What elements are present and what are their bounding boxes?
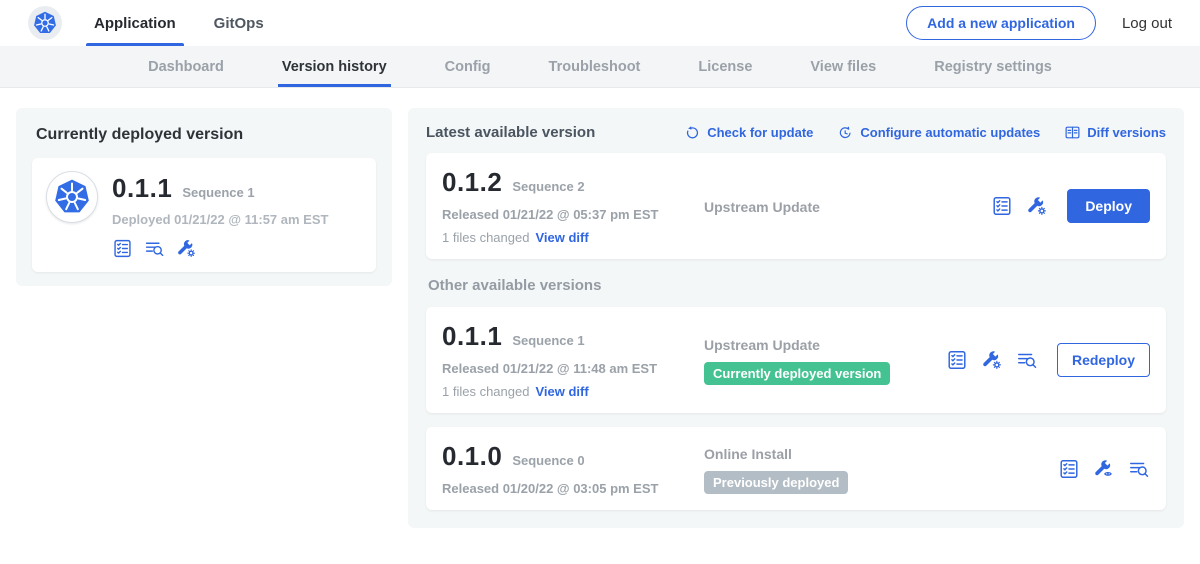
view-diff-link[interactable]: View diff — [535, 230, 588, 245]
release-notes-icon[interactable] — [946, 349, 968, 371]
subnav-tab-license[interactable]: License — [698, 46, 752, 87]
subnav-tab-troubleshoot[interactable]: Troubleshoot — [549, 46, 641, 87]
edit-config-icon[interactable] — [981, 349, 1003, 371]
version-history-panel: Latest available version Check for updat… — [408, 108, 1184, 528]
deploy-logs-icon[interactable] — [1016, 349, 1038, 371]
diff-versions-label: Diff versions — [1087, 125, 1166, 140]
files-changed-label: 1 files changed — [442, 230, 529, 245]
auto-update-icon — [837, 124, 854, 141]
subnav-tab-version-history[interactable]: Version history — [282, 46, 387, 87]
tab-gitops-label: GitOps — [214, 15, 264, 32]
tab-application[interactable]: Application — [92, 0, 178, 46]
version-source-label: Online Install — [704, 446, 1058, 462]
app-header: Application GitOps Add a new application… — [0, 0, 1200, 46]
view-config-icon[interactable] — [1093, 458, 1115, 480]
version-label: 0.1.2 — [442, 167, 502, 198]
currently-deployed-panel: Currently deployed version — [16, 108, 392, 286]
version-label: 0.1.1 — [442, 321, 502, 352]
deploy-logs-icon[interactable] — [144, 238, 165, 259]
add-application-button[interactable]: Add a new application — [906, 6, 1096, 40]
files-changed-label: 1 files changed — [442, 384, 529, 399]
check-for-update-link[interactable]: Check for update — [684, 124, 813, 141]
release-notes-icon[interactable] — [991, 195, 1013, 217]
released-timestamp: Released 01/21/22 @ 05:37 pm EST — [442, 207, 704, 222]
version-source-label: Upstream Update — [704, 337, 946, 353]
deploy-logs-icon[interactable] — [1128, 458, 1150, 480]
kubernetes-logo — [28, 6, 62, 40]
version-card-0-1-1: 0.1.1 Sequence 1 Released 01/21/22 @ 11:… — [426, 307, 1166, 413]
tab-application-label: Application — [94, 15, 176, 32]
sequence-label: Sequence 0 — [512, 453, 584, 468]
diff-icon — [1064, 124, 1081, 141]
refresh-icon — [684, 124, 701, 141]
released-timestamp: Released 01/20/22 @ 03:05 pm EST — [442, 481, 704, 496]
deployed-sequence-label: Sequence 1 — [182, 185, 254, 200]
currently-deployed-badge: Currently deployed version — [704, 362, 890, 385]
subnav-tab-dashboard[interactable]: Dashboard — [148, 46, 224, 87]
deployed-timestamp: Deployed 01/21/22 @ 11:57 am EST — [112, 212, 328, 227]
kubernetes-app-icon — [52, 177, 92, 217]
release-notes-icon[interactable] — [1058, 458, 1080, 480]
app-subnav: Dashboard Version history Config Trouble… — [0, 46, 1200, 88]
previously-deployed-badge: Previously deployed — [704, 471, 848, 494]
sequence-label: Sequence 1 — [512, 333, 584, 348]
header-nav: Application GitOps — [92, 0, 300, 46]
tab-gitops[interactable]: GitOps — [212, 0, 266, 46]
subnav-tab-view-files[interactable]: View files — [810, 46, 876, 87]
deployed-version-label: 0.1.1 — [112, 173, 172, 204]
version-card-0-1-2: 0.1.2 Sequence 2 Released 01/21/22 @ 05:… — [426, 153, 1166, 259]
view-diff-link[interactable]: View diff — [535, 384, 588, 399]
check-for-update-label: Check for update — [707, 125, 813, 140]
latest-available-title: Latest available version — [426, 124, 595, 141]
other-available-title: Other available versions — [428, 277, 1164, 294]
configure-automatic-updates-label: Configure automatic updates — [860, 125, 1040, 140]
release-notes-icon[interactable] — [112, 238, 133, 259]
logout-button[interactable]: Log out — [1122, 15, 1172, 32]
app-logo — [46, 171, 98, 223]
redeploy-button[interactable]: Redeploy — [1057, 343, 1150, 377]
configure-automatic-updates-link[interactable]: Configure automatic updates — [837, 124, 1040, 141]
diff-versions-link[interactable]: Diff versions — [1064, 124, 1166, 141]
released-timestamp: Released 01/21/22 @ 11:48 am EST — [442, 361, 704, 376]
deploy-button[interactable]: Deploy — [1067, 189, 1150, 223]
subnav-tab-registry-settings[interactable]: Registry settings — [934, 46, 1052, 87]
deployed-version-card: 0.1.1 Sequence 1 Deployed 01/21/22 @ 11:… — [32, 158, 376, 272]
edit-config-icon[interactable] — [1026, 195, 1048, 217]
version-card-0-1-0: 0.1.0 Sequence 0 Released 01/20/22 @ 03:… — [426, 427, 1166, 510]
kubernetes-logo-icon — [32, 10, 58, 36]
edit-config-icon[interactable] — [176, 238, 197, 259]
version-source-label: Upstream Update — [704, 199, 991, 215]
version-label: 0.1.0 — [442, 441, 502, 472]
subnav-tab-config[interactable]: Config — [445, 46, 491, 87]
sequence-label: Sequence 2 — [512, 179, 584, 194]
currently-deployed-title: Currently deployed version — [32, 124, 376, 144]
